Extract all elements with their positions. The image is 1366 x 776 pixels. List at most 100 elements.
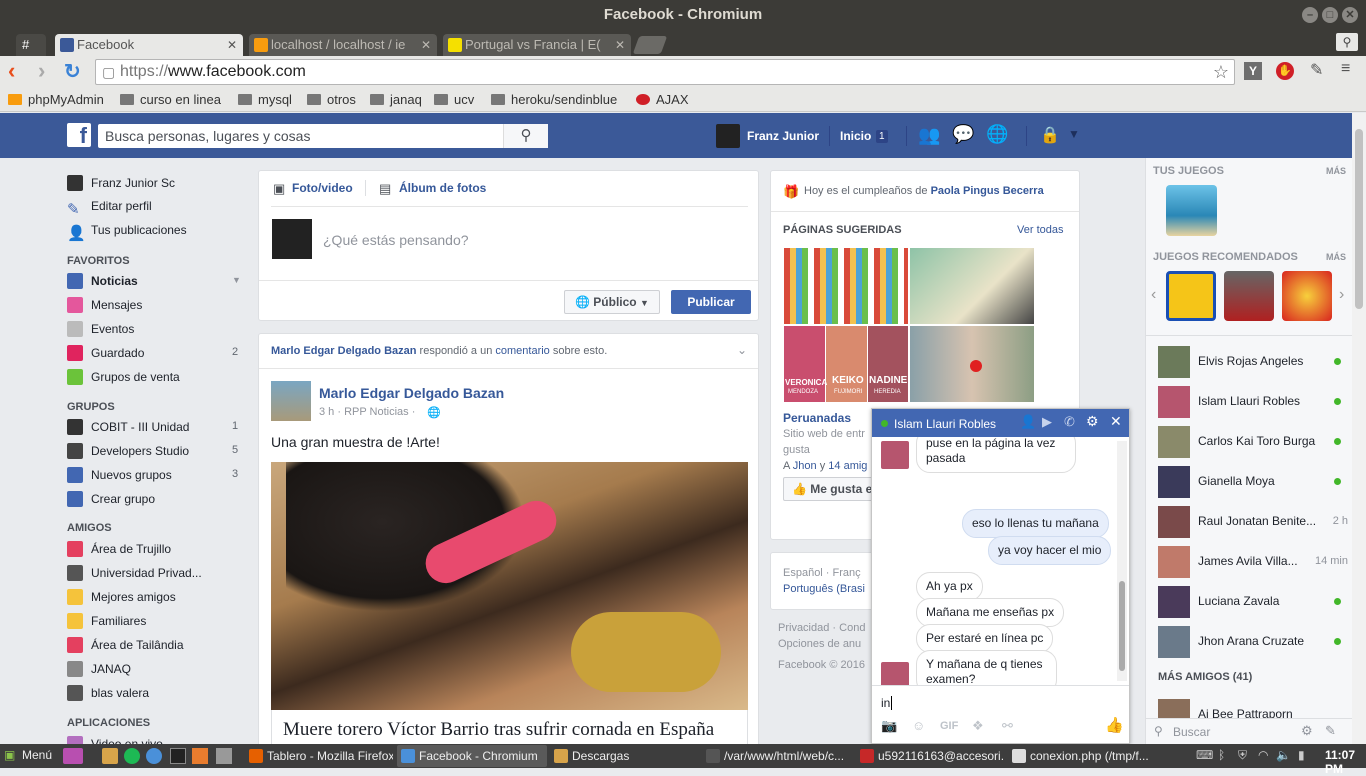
terminal-icon[interactable] bbox=[170, 748, 186, 764]
friend-list-item[interactable]: JANAQ bbox=[67, 661, 131, 677]
friend-list-item[interactable]: Área de Tailândia bbox=[67, 637, 184, 653]
contact-item[interactable]: Gianella Moya bbox=[1158, 466, 1348, 498]
contact-item[interactable]: Luciana Zavala bbox=[1158, 586, 1348, 618]
taskbar-window-button[interactable]: Tablero - Mozilla Firefox bbox=[245, 745, 393, 767]
sidebar-search-input[interactable]: Buscar bbox=[1173, 725, 1210, 739]
screenshot-icon[interactable] bbox=[216, 748, 232, 764]
profile-link[interactable]: Franz Junior bbox=[747, 129, 819, 143]
minimize-icon[interactable]: – bbox=[1302, 7, 1318, 23]
wifi-icon[interactable]: ◠ bbox=[1258, 748, 1268, 762]
compose-icon[interactable]: ✎ bbox=[1325, 723, 1336, 739]
contact-item[interactable]: James Avila Villa... 14 min bbox=[1158, 546, 1348, 578]
emoji-icon[interactable]: ☺ bbox=[912, 718, 925, 733]
geometry-dash-icon[interactable] bbox=[1166, 271, 1216, 321]
nav-edit-profile[interactable]: ✎ Editar perfil bbox=[67, 199, 152, 218]
video-call-icon[interactable]: ▶ bbox=[1042, 414, 1052, 430]
favorite-item[interactable]: Noticias bbox=[67, 273, 138, 289]
more-games-link[interactable]: MÁS bbox=[1326, 166, 1346, 176]
friend-list-item[interactable]: blas valera bbox=[67, 685, 149, 701]
messages-icon[interactable]: 💬 bbox=[952, 124, 974, 145]
gif-icon[interactable]: GIF bbox=[940, 720, 958, 732]
taskbar-window-button[interactable]: u592116163@accesori... bbox=[856, 745, 1004, 767]
scrollbar-thumb[interactable] bbox=[1355, 129, 1363, 309]
contact-item[interactable]: Islam Llauri Robles bbox=[1158, 386, 1348, 418]
zombie-game-icon[interactable] bbox=[1224, 271, 1274, 321]
friend-list-item[interactable]: Mejores amigos bbox=[67, 589, 176, 605]
search-icon[interactable]: ⚲ bbox=[503, 124, 548, 148]
contact-item[interactable]: Raul Jonatan Benite... 2 h bbox=[1158, 506, 1348, 538]
taskbar-window-button[interactable]: Descargas bbox=[550, 745, 698, 767]
chromium-launcher-icon[interactable] bbox=[146, 748, 162, 764]
volume-icon[interactable]: 🔈 bbox=[1276, 748, 1291, 762]
bookmark-ajax[interactable]: AJAX bbox=[636, 92, 689, 107]
page-name-link[interactable]: Peruanadas bbox=[783, 411, 851, 425]
pen-extension-icon[interactable]: ✎ bbox=[1310, 60, 1323, 80]
friend-requests-icon[interactable]: 👥 bbox=[918, 125, 940, 146]
contact-item[interactable]: Elvis Rojas Angeles bbox=[1158, 346, 1348, 378]
chat-scrollbar-thumb[interactable] bbox=[1119, 581, 1125, 671]
group-item[interactable]: Nuevos grupos bbox=[67, 467, 172, 483]
avatar[interactable] bbox=[271, 381, 311, 421]
settings-gear-icon[interactable]: ⚙ bbox=[1301, 723, 1313, 739]
notifications-globe-icon[interactable]: 🌐 bbox=[986, 124, 1008, 145]
friend-list-item[interactable]: Universidad Privad... bbox=[67, 565, 202, 581]
story-image[interactable] bbox=[271, 462, 748, 710]
bookmark-otros[interactable]: otros bbox=[307, 92, 356, 107]
see-all-link[interactable]: Ver todas bbox=[1017, 224, 1063, 236]
forward-icon[interactable]: › bbox=[38, 58, 45, 84]
sublime-icon[interactable] bbox=[192, 748, 208, 764]
footer-links-1[interactable]: Privacidad · Cond bbox=[778, 622, 865, 634]
privacy-lock-icon[interactable]: 🔒 bbox=[1040, 125, 1060, 145]
suggested-image-1[interactable] bbox=[784, 248, 908, 324]
taskbar-window-button[interactable]: conexion.php (/tmp/f... bbox=[1008, 745, 1158, 767]
favorite-item[interactable]: Mensajes bbox=[67, 297, 142, 313]
add-person-icon[interactable]: 👤 bbox=[1020, 414, 1036, 430]
extension-y-icon[interactable]: Y bbox=[1244, 62, 1262, 80]
profile-icon[interactable]: ⚲ bbox=[1336, 33, 1358, 51]
chat-title[interactable]: Islam Llauri Robles bbox=[894, 417, 996, 431]
bookmark-ucv[interactable]: ucv bbox=[434, 92, 474, 107]
sidebar-search[interactable]: ⚲ Buscar ⚙ ✎ bbox=[1146, 718, 1352, 744]
account-menu-chevron-icon[interactable]: ▼ bbox=[1068, 127, 1080, 141]
story-options-chevron-icon[interactable]: ⌄ bbox=[737, 343, 747, 357]
files-launcher-icon[interactable] bbox=[102, 748, 118, 764]
chat-scrollbar[interactable] bbox=[1117, 441, 1127, 681]
tab-facebook[interactable]: Facebook ✕ bbox=[55, 34, 243, 56]
bookmark-star-icon[interactable]: ☆ bbox=[1213, 60, 1229, 84]
bookmark-mysql[interactable]: mysql bbox=[238, 92, 292, 107]
bookmark-heroku[interactable]: heroku/sendinblue bbox=[491, 92, 617, 107]
nav-your-posts[interactable]: 👤 Tus publicaciones bbox=[67, 223, 187, 242]
mint-menu-icon[interactable]: ▣ bbox=[4, 748, 15, 762]
stickers-icon[interactable]: ❖ bbox=[972, 718, 984, 734]
clock[interactable]: 11:07 PM bbox=[1325, 748, 1366, 776]
close-icon[interactable]: ✕ bbox=[1342, 7, 1358, 23]
page-scrollbar[interactable] bbox=[1352, 113, 1366, 744]
search-input[interactable]: Busca personas, lugares y cosas ⚲ bbox=[98, 124, 548, 148]
group-item[interactable]: Developers Studio bbox=[67, 443, 189, 459]
friend-link[interactable]: Jhon bbox=[793, 460, 817, 472]
nav-profile[interactable]: Franz Junior Sc bbox=[67, 175, 175, 191]
bookmark-curso[interactable]: curso en linea bbox=[120, 92, 221, 107]
contact-item[interactable]: Carlos Kai Toro Burga bbox=[1158, 426, 1348, 458]
languages-line-2[interactable]: Português (Brasi bbox=[783, 583, 865, 595]
reload-icon[interactable]: ↻ bbox=[64, 59, 81, 84]
thumbs-up-icon[interactable]: 👍 bbox=[1105, 716, 1124, 734]
slots-game-icon[interactable] bbox=[1282, 271, 1332, 321]
favorite-item[interactable]: Grupos de venta bbox=[67, 369, 180, 385]
birthday-name-link[interactable]: Paola Pingus Becerra bbox=[931, 185, 1044, 197]
chat-close-icon[interactable]: ✕ bbox=[1110, 413, 1122, 430]
bookmark-janaq[interactable]: janaq bbox=[370, 92, 422, 107]
chat-header[interactable]: Islam Llauri Robles 👤 ▶ ✆ ⚙ ✕ bbox=[872, 409, 1129, 437]
maximize-icon[interactable]: □ bbox=[1322, 7, 1338, 23]
tab-portugal[interactable]: Portugal vs Francia | E(✕ bbox=[443, 34, 631, 56]
phone-icon[interactable]: ✆ bbox=[1064, 414, 1075, 430]
publish-button[interactable]: Publicar bbox=[671, 290, 751, 314]
friends-more-link[interactable]: 14 amig bbox=[828, 460, 867, 472]
game-icon[interactable] bbox=[1166, 185, 1217, 236]
tab-close-icon[interactable]: ✕ bbox=[421, 34, 431, 56]
taskbar-window-button[interactable]: Facebook - Chromium bbox=[397, 745, 547, 767]
attach-icon[interactable]: ⚯ bbox=[1002, 718, 1013, 734]
noticias-options-chevron-icon[interactable]: ▼ bbox=[232, 275, 241, 285]
status-input[interactable]: ¿Qué estás pensando? bbox=[323, 232, 469, 248]
battery-icon[interactable]: ▮ bbox=[1298, 748, 1305, 762]
